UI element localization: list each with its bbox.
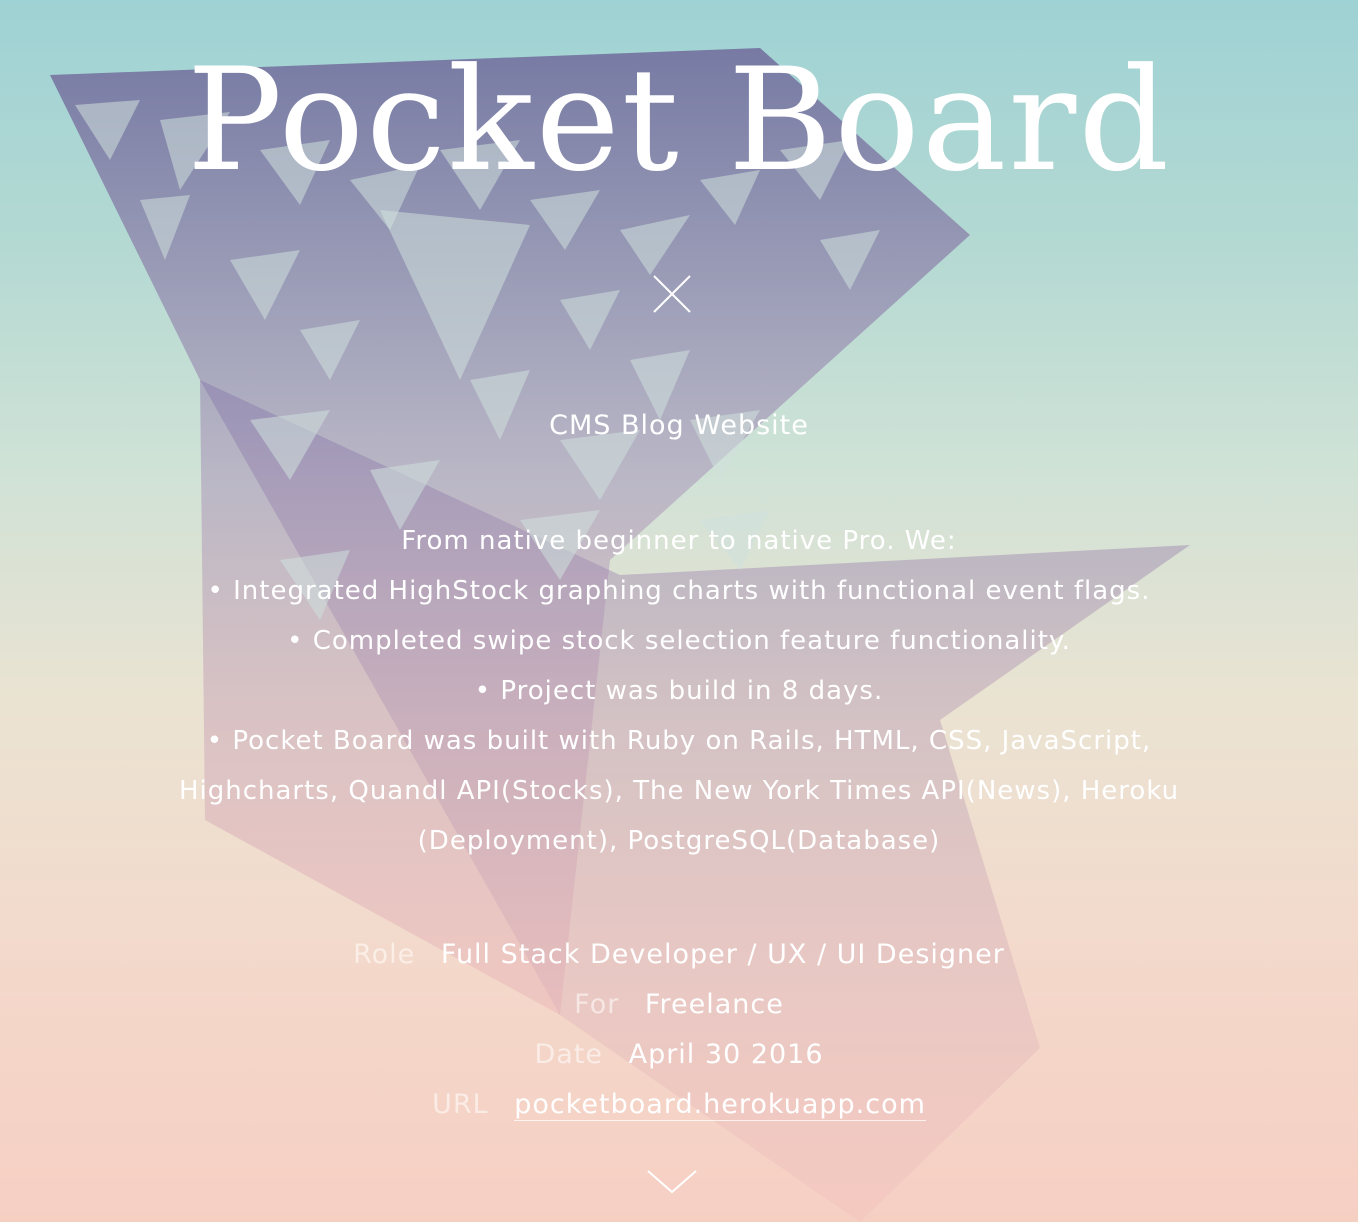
meta-row-role: Role Full Stack Developer / UX / UI Desi…	[0, 930, 1358, 980]
project-description: From native beginner to native Pro. We: …	[140, 516, 1218, 866]
project-meta: Role Full Stack Developer / UX / UI Desi…	[0, 930, 1358, 1130]
meta-value-for: Freelance	[644, 989, 784, 1020]
meta-row-for: For Freelance	[0, 980, 1358, 1030]
description-bullet: • Integrated HighStock graphing charts w…	[207, 576, 1151, 606]
meta-label-date: Date	[534, 1039, 603, 1070]
description-bullet: • Completed swipe stock selection featur…	[287, 626, 1071, 656]
description-bullet: • Pocket Board was built with Ruby on Ra…	[178, 726, 1180, 856]
meta-row-date: Date April 30 2016	[0, 1030, 1358, 1080]
meta-row-url: URL pocketboard.herokuapp.com	[0, 1080, 1358, 1130]
project-url-link[interactable]: pocketboard.herokuapp.com	[514, 1089, 926, 1121]
meta-label-url: URL	[432, 1089, 489, 1120]
close-button[interactable]	[650, 272, 694, 316]
meta-label-role: Role	[353, 939, 416, 970]
project-subtitle: CMS Blog Website	[549, 410, 809, 441]
project-detail: Pocket Board CMS Blog Website From nativ…	[0, 0, 1358, 1222]
meta-label-for: For	[574, 989, 620, 1020]
scroll-down-button[interactable]	[646, 1168, 698, 1196]
description-intro: From native beginner to native Pro. We:	[401, 526, 957, 556]
chevron-down-icon	[647, 1170, 697, 1194]
project-title: Pocket Board	[186, 38, 1172, 203]
meta-value-date: April 30 2016	[628, 1039, 824, 1070]
description-bullet: • Project was build in 8 days.	[474, 676, 884, 706]
close-icon	[653, 275, 691, 313]
meta-value-role: Full Stack Developer / UX / UI Designer	[440, 939, 1005, 970]
